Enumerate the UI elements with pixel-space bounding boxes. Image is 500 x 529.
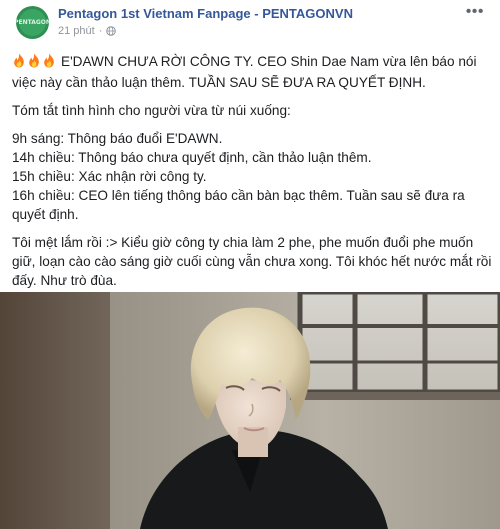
- headline-paragraph: E'DAWN CHƯA RỜI CÔNG TY. CEO Shin Dae Na…: [12, 52, 492, 92]
- timeline-item: 16h chiều: CEO lên tiếng thông báo cần b…: [12, 188, 465, 222]
- fire-emoji-group: [12, 53, 57, 73]
- summary-intro: Tóm tắt tình hình cho người vừa từ núi x…: [12, 103, 291, 118]
- photo-illustration: [0, 292, 500, 529]
- fire-icon: [29, 53, 39, 68]
- fire-icon: [44, 53, 54, 68]
- meta-separator: ·: [98, 25, 103, 37]
- post-meta: 21 phút ·: [58, 25, 117, 37]
- post-timestamp[interactable]: 21 phút: [58, 25, 95, 37]
- page-avatar[interactable]: PENTAGON: [16, 6, 49, 39]
- headline-text: E'DAWN CHƯA RỜI CÔNG TY. CEO Shin Dae Na…: [12, 54, 477, 90]
- avatar-logo: PENTAGON: [16, 9, 49, 36]
- more-options-icon[interactable]: •••: [466, 4, 484, 20]
- timeline-item: 9h sáng: Thông báo đuổi E'DAWN.: [12, 131, 223, 146]
- post-body: E'DAWN CHƯA RỜI CÔNG TY. CEO Shin Dae Na…: [12, 52, 492, 290]
- closing-paragraph: Tôi mệt lắm rồi :> Kiểu giờ công ty chia…: [12, 235, 492, 288]
- post-photo[interactable]: [0, 292, 500, 529]
- page-name-link[interactable]: Pentagon 1st Vietnam Fanpage - PENTAGONV…: [58, 6, 353, 21]
- timeline-item: 14h chiều: Thông báo chưa quyết định, cầ…: [12, 150, 372, 165]
- post-header: PENTAGON Pentagon 1st Vietnam Fanpage - …: [0, 0, 500, 44]
- timeline-item: 15h chiều: Xác nhận rời công ty.: [12, 169, 207, 184]
- globe-icon[interactable]: [106, 26, 117, 36]
- timeline-paragraph: 9h sáng: Thông báo đuổi E'DAWN. 14h chiề…: [12, 129, 492, 224]
- fire-icon: [14, 53, 24, 68]
- facebook-post: PENTAGON Pentagon 1st Vietnam Fanpage - …: [0, 0, 500, 529]
